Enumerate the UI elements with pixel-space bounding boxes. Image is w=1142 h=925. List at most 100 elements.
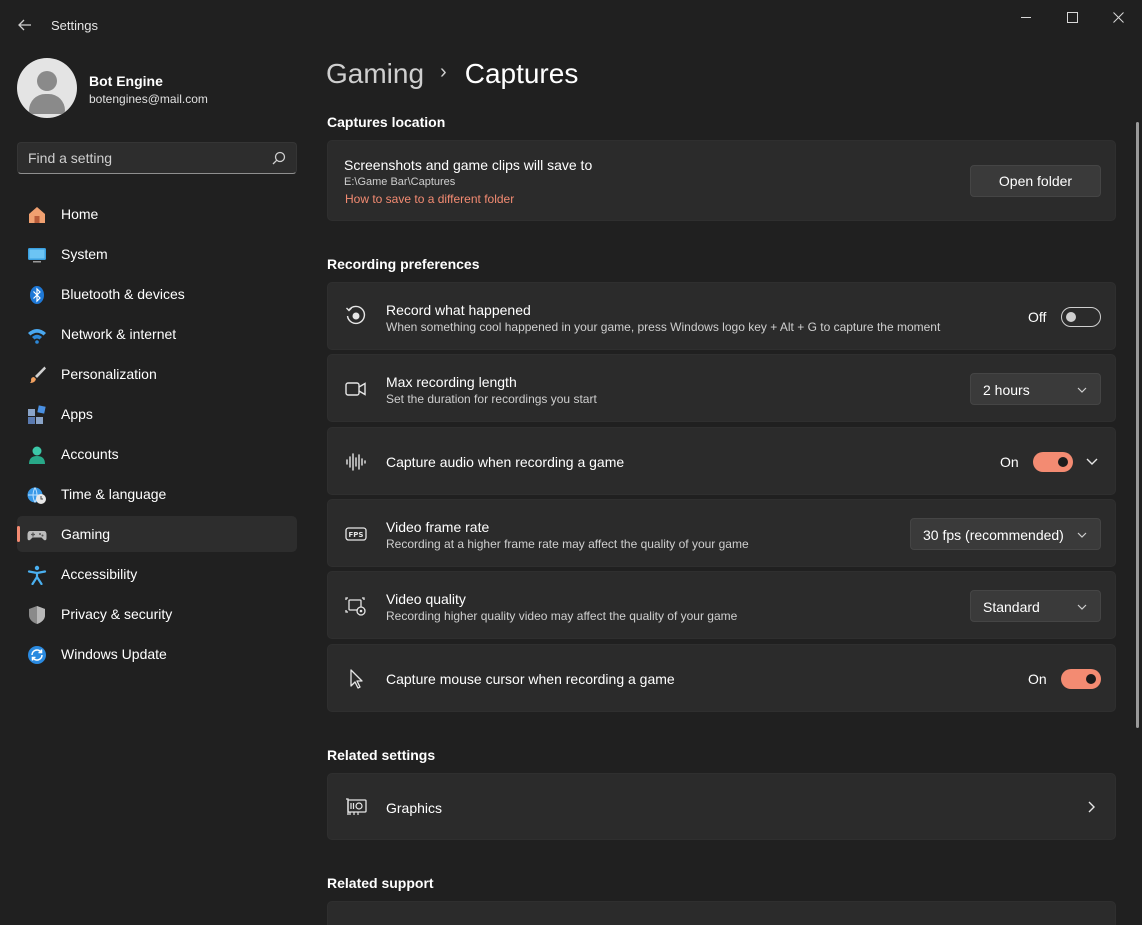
title-bar: Settings	[0, 0, 1142, 48]
toggle-state-label: On	[1000, 454, 1019, 470]
toggle-state-label: On	[1028, 671, 1047, 687]
sidebar-item-label: Bluetooth & devices	[61, 286, 185, 302]
max-recording-length-desc: Set the duration for recordings you star…	[386, 392, 597, 406]
sidebar-item-label: Network & internet	[61, 326, 177, 342]
chevron-down-icon[interactable]	[1085, 456, 1099, 468]
record-what-happened-card: Record what happened When something cool…	[327, 282, 1116, 350]
sidebar-item-network[interactable]: Network & internet	[17, 316, 297, 352]
close-icon	[1112, 11, 1124, 23]
accounts-icon	[27, 445, 47, 465]
max-recording-length-title: Max recording length	[386, 374, 517, 390]
sidebar-item-label: Home	[61, 206, 99, 222]
page-title: Captures	[464, 58, 579, 89]
section-related-settings: Related settings	[327, 747, 436, 763]
mouse-cursor-icon	[345, 668, 367, 690]
dropdown-value: Standard	[983, 599, 1040, 615]
video-quality-desc: Recording higher quality video may affec…	[386, 609, 738, 623]
record-what-happened-title: Record what happened	[386, 302, 531, 318]
section-related-support: Related support	[327, 875, 434, 891]
record-what-happened-toggle[interactable]	[1061, 307, 1101, 327]
section-recording-preferences: Recording preferences	[327, 256, 480, 272]
search-icon[interactable]	[272, 151, 286, 165]
chevron-right-icon	[1088, 801, 1095, 813]
sidebar-item-label: System	[61, 246, 108, 262]
related-support-card[interactable]	[327, 901, 1116, 925]
bluetooth-icon	[27, 285, 47, 305]
profile-name: Bot Engine	[89, 73, 163, 89]
breadcrumb-separator: ›	[440, 60, 447, 83]
minimize-button[interactable]	[1003, 0, 1049, 34]
toggle-state-label: Off	[1028, 309, 1047, 325]
back-arrow-icon	[18, 19, 31, 31]
back-button[interactable]	[12, 12, 38, 38]
video-settings-icon	[345, 595, 367, 617]
minimize-icon	[1020, 16, 1031, 18]
different-folder-link[interactable]: How to save to a different folder	[345, 192, 514, 206]
sidebar-item-label: Privacy & security	[61, 606, 173, 622]
chevron-down-icon	[1077, 387, 1087, 393]
captures-location-title: Screenshots and game clips will save to	[344, 157, 593, 173]
gamepad-icon	[27, 525, 47, 545]
app-title: Settings	[51, 18, 98, 33]
sidebar-item-apps[interactable]: Apps	[17, 396, 297, 432]
max-recording-length-card: Max recording length Set the duration fo…	[327, 354, 1116, 422]
video-frame-rate-title: Video frame rate	[386, 519, 490, 535]
dropdown-value: 30 fps (recommended)	[923, 527, 1064, 543]
graphics-title: Graphics	[386, 800, 443, 816]
sidebar-item-personalization[interactable]: Personalization	[17, 356, 297, 392]
dropdown-value: 2 hours	[983, 382, 1030, 398]
capture-cursor-toggle[interactable]	[1061, 669, 1101, 689]
captures-path: E:\Game Bar\Captures	[344, 176, 456, 188]
video-frame-rate-dropdown[interactable]: 30 fps (recommended)	[910, 518, 1101, 550]
video-quality-card: Video quality Recording higher quality v…	[327, 571, 1116, 639]
video-quality-title: Video quality	[386, 591, 466, 607]
chevron-down-icon	[1077, 532, 1087, 538]
open-folder-button[interactable]: Open folder	[970, 165, 1101, 197]
brush-icon	[27, 365, 47, 385]
wifi-icon	[27, 325, 47, 345]
breadcrumb: Gaming › Captures	[326, 58, 578, 90]
scrollbar[interactable]	[1136, 122, 1139, 728]
max-recording-length-dropdown[interactable]: 2 hours	[970, 373, 1101, 405]
capture-audio-toggle[interactable]	[1033, 452, 1073, 472]
capture-audio-card[interactable]: Capture audio when recording a game On	[327, 427, 1116, 495]
sidebar-item-label: Time & language	[61, 486, 167, 502]
sidebar-item-accounts[interactable]: Accounts	[17, 436, 297, 472]
video-frame-rate-desc: Recording at a higher frame rate may aff…	[386, 537, 749, 551]
sidebar-item-label: Personalization	[61, 366, 157, 382]
accessibility-icon	[27, 565, 47, 585]
video-quality-dropdown[interactable]: Standard	[970, 590, 1101, 622]
sidebar-item-bluetooth[interactable]: Bluetooth & devices	[17, 276, 297, 312]
search-box	[17, 142, 297, 174]
video-frame-rate-card: FPS Video frame rate Recording at a high…	[327, 499, 1116, 567]
graphics-card-icon	[345, 796, 367, 818]
sidebar-item-gaming[interactable]: Gaming	[17, 516, 297, 552]
maximize-button[interactable]	[1049, 0, 1095, 34]
capture-cursor-card: Capture mouse cursor when recording a ga…	[327, 644, 1116, 712]
avatar	[17, 58, 77, 118]
sidebar-item-label: Gaming	[61, 526, 111, 542]
close-button[interactable]	[1095, 0, 1141, 34]
sidebar-item-label: Accounts	[61, 446, 119, 462]
captures-location-card: Screenshots and game clips will save to …	[327, 140, 1116, 221]
capture-cursor-title: Capture mouse cursor when recording a ga…	[386, 671, 675, 687]
sidebar-item-label: Windows Update	[61, 646, 167, 662]
breadcrumb-parent[interactable]: Gaming	[326, 58, 424, 90]
audio-waveform-icon	[345, 451, 367, 473]
record-what-happened-desc: When something cool happened in your gam…	[386, 320, 941, 334]
sidebar-item-windows-update[interactable]: Windows Update	[17, 636, 297, 672]
chevron-down-icon	[1077, 604, 1087, 610]
sidebar-nav: Home System Bluetooth & devices Network …	[17, 196, 297, 676]
apps-icon	[27, 405, 47, 425]
sidebar-item-system[interactable]: System	[17, 236, 297, 272]
record-icon	[345, 305, 367, 327]
sidebar-item-home[interactable]: Home	[17, 196, 297, 232]
graphics-card[interactable]: Graphics	[327, 773, 1116, 840]
search-input[interactable]	[28, 143, 268, 173]
shield-icon	[27, 605, 47, 625]
sidebar-item-accessibility[interactable]: Accessibility	[17, 556, 297, 592]
user-profile[interactable]: Bot Engine botengines@mail.com	[17, 58, 297, 118]
sidebar-item-privacy[interactable]: Privacy & security	[17, 596, 297, 632]
sidebar-item-time-language[interactable]: Time & language	[17, 476, 297, 512]
fps-icon: FPS	[345, 523, 367, 545]
